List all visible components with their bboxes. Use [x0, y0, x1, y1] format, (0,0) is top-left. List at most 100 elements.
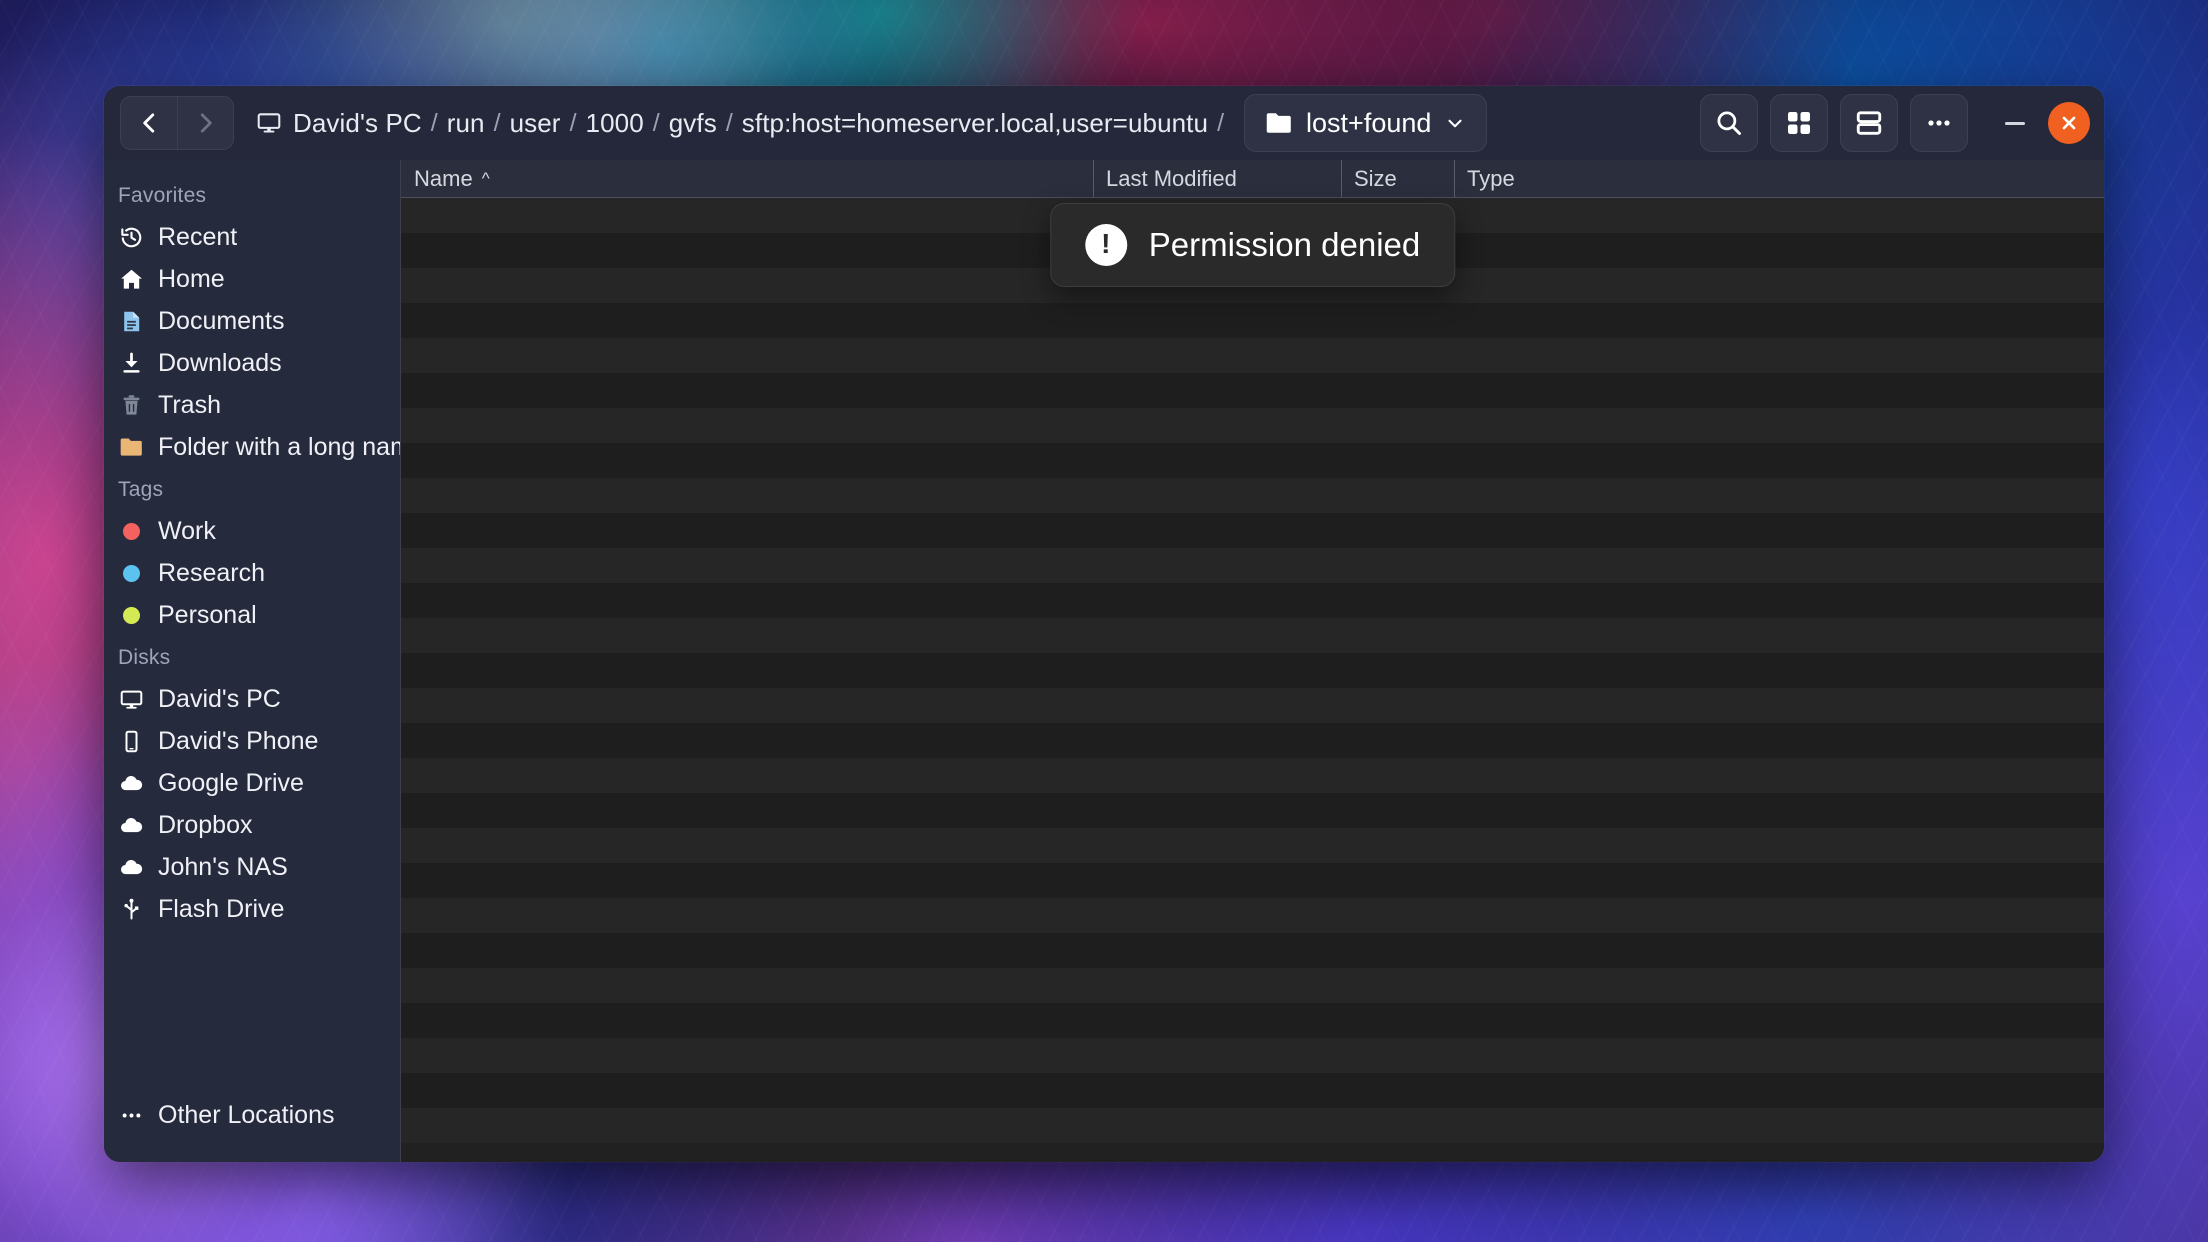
- desktop: David's PC / run / user / 1000 / gvfs / …: [0, 0, 2208, 1242]
- table-row[interactable]: [401, 1073, 2104, 1108]
- table-row[interactable]: [401, 443, 2104, 478]
- table-row[interactable]: [401, 933, 2104, 968]
- table-row[interactable]: [401, 618, 2104, 653]
- sidebar-item-other-locations[interactable]: Other Locations: [104, 1094, 400, 1136]
- table-row[interactable]: [401, 338, 2104, 373]
- sidebar-item-label: Documents: [158, 306, 285, 335]
- grid-view-icon: [1788, 112, 1810, 134]
- sort-ascending-icon: ^: [481, 168, 490, 188]
- column-headers: Name ^ Last Modified Size Type: [401, 160, 2104, 198]
- exclamation-glyph: !: [1101, 228, 1111, 259]
- breadcrumb-separator: /: [652, 108, 660, 137]
- minimize-icon: [2005, 121, 2025, 125]
- breadcrumb-item-sftp[interactable]: sftp:host=homeserver.local,user=ubuntu: [742, 108, 1208, 139]
- sidebar-item-downloads[interactable]: Downloads: [104, 342, 400, 384]
- sidebar-item-research[interactable]: Research: [104, 552, 400, 594]
- table-row[interactable]: [401, 1003, 2104, 1038]
- chevron-right-icon: [200, 113, 212, 133]
- table-row[interactable]: [401, 863, 2104, 898]
- sidebar-item-recent[interactable]: Recent: [104, 216, 400, 258]
- tag-dot-icon: [118, 602, 144, 628]
- column-label: Size: [1354, 165, 1397, 191]
- back-button[interactable]: [121, 97, 177, 149]
- phone-icon: [118, 728, 144, 754]
- sidebar-item-home[interactable]: Home: [104, 258, 400, 300]
- breadcrumb-separator: /: [569, 108, 577, 137]
- table-row[interactable]: [401, 1038, 2104, 1073]
- table-row[interactable]: [401, 898, 2104, 933]
- sidebar-item-trash[interactable]: Trash: [104, 384, 400, 426]
- table-row[interactable]: [401, 723, 2104, 758]
- breadcrumb-item-gvfs[interactable]: gvfs: [669, 108, 717, 139]
- chevron-down-icon: [1448, 119, 1462, 128]
- minimize-button[interactable]: [1996, 104, 2034, 142]
- sidebar-item-documents[interactable]: Documents: [104, 300, 400, 342]
- usb-icon: [118, 896, 144, 922]
- sidebar-item-davids-pc[interactable]: David's PC: [104, 678, 400, 720]
- column-header-size[interactable]: Size: [1341, 160, 1454, 197]
- toast-message: Permission denied: [1148, 226, 1421, 263]
- navigation-button-group: [120, 96, 234, 150]
- document-icon: [118, 308, 144, 334]
- more-options-button[interactable]: [1910, 94, 1968, 152]
- table-row[interactable]: [401, 303, 2104, 338]
- file-manager-window: David's PC / run / user / 1000 / gvfs / …: [104, 86, 2104, 1162]
- sidebar-item-flash-drive[interactable]: Flash Drive: [104, 888, 400, 930]
- breadcrumb-separator: /: [725, 108, 733, 137]
- table-row[interactable]: [401, 513, 2104, 548]
- header-bar: David's PC / run / user / 1000 / gvfs / …: [104, 86, 2104, 160]
- table-row[interactable]: [401, 968, 2104, 1003]
- table-row[interactable]: [401, 758, 2104, 793]
- sidebar-item-label: Research: [158, 558, 265, 587]
- column-header-name[interactable]: Name ^: [401, 160, 1093, 197]
- breadcrumb-separator: /: [1217, 108, 1225, 137]
- sidebar-item-label: David's Phone: [158, 726, 319, 755]
- sidebar-item-label: Recent: [158, 222, 238, 251]
- list-view-button[interactable]: [1840, 94, 1898, 152]
- breadcrumb-item-1000[interactable]: 1000: [586, 108, 644, 139]
- table-row[interactable]: [401, 408, 2104, 443]
- table-row[interactable]: [401, 548, 2104, 583]
- tag-dot-icon: [118, 560, 144, 586]
- sidebar-item-work[interactable]: Work: [104, 510, 400, 552]
- close-button[interactable]: [2048, 102, 2090, 144]
- table-row[interactable]: [401, 793, 2104, 828]
- sidebar-item-label: Other Locations: [158, 1100, 335, 1129]
- table-row[interactable]: [401, 688, 2104, 723]
- sidebar-item-label: Work: [158, 516, 216, 545]
- forward-button[interactable]: [177, 97, 233, 149]
- grid-view-button[interactable]: [1770, 94, 1828, 152]
- table-row[interactable]: [401, 1108, 2104, 1143]
- monitor-icon: [257, 113, 281, 133]
- history-clock-icon: [118, 224, 144, 250]
- table-row[interactable]: [401, 653, 2104, 688]
- sidebar: Favorites Recent Home Documents Download…: [104, 160, 400, 1162]
- cloud-icon: [118, 812, 144, 838]
- table-row[interactable]: [401, 583, 2104, 618]
- trash-icon: [118, 392, 144, 418]
- sidebar-item-label: David's PC: [158, 684, 281, 713]
- table-row[interactable]: [401, 478, 2104, 513]
- table-row[interactable]: [401, 373, 2104, 408]
- sidebar-item-label: Trash: [158, 390, 221, 419]
- column-header-last-modified[interactable]: Last Modified: [1093, 160, 1341, 197]
- sidebar-section-header-disks: Disks: [118, 646, 171, 669]
- sidebar-item-personal[interactable]: Personal: [104, 594, 400, 636]
- sidebar-item-davids-phone[interactable]: David's Phone: [104, 720, 400, 762]
- breadcrumb-item-user[interactable]: user: [510, 108, 561, 139]
- breadcrumb-item-root[interactable]: David's PC: [256, 108, 422, 139]
- current-folder-button[interactable]: lost+found: [1244, 94, 1488, 152]
- column-header-type[interactable]: Type: [1454, 160, 2104, 197]
- sidebar-footer: Other Locations: [104, 1094, 400, 1162]
- sidebar-item-johns-nas[interactable]: John's NAS: [104, 846, 400, 888]
- breadcrumb-item-run[interactable]: run: [447, 108, 485, 139]
- sidebar-item-dropbox[interactable]: Dropbox: [104, 804, 400, 846]
- table-row[interactable]: [401, 828, 2104, 863]
- cloud-icon: [118, 854, 144, 880]
- sidebar-item-folder-with-a-long-name[interactable]: Folder with a long name: [104, 426, 400, 468]
- search-button[interactable]: [1700, 94, 1758, 152]
- breadcrumb-label: David's PC: [293, 107, 422, 138]
- cloud-icon: [118, 770, 144, 796]
- sidebar-item-google-drive[interactable]: Google Drive: [104, 762, 400, 804]
- breadcrumb-separator: /: [493, 108, 501, 137]
